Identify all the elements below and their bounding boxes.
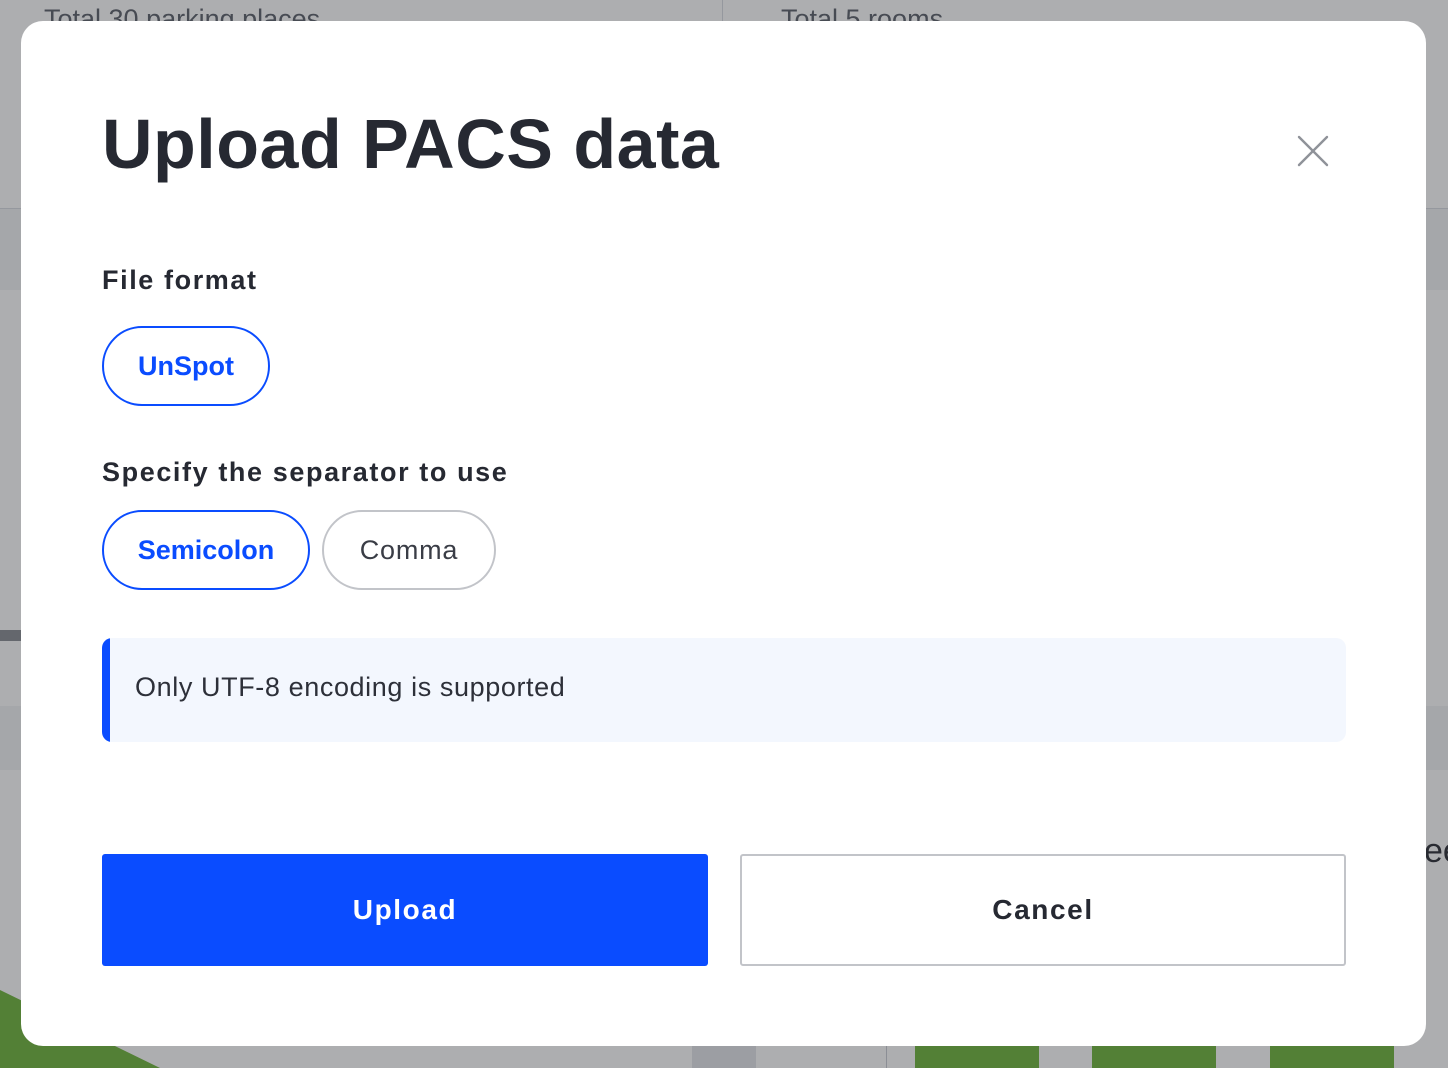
close-icon bbox=[1297, 135, 1329, 167]
separator-label: Specify the separator to use bbox=[102, 457, 509, 487]
close-button[interactable] bbox=[1291, 129, 1335, 173]
separator-option-semicolon[interactable]: Semicolon bbox=[102, 510, 310, 590]
file-format-label: File format bbox=[102, 265, 258, 295]
upload-pacs-dialog: Upload PACS data File format UnSpot Spec… bbox=[21, 21, 1426, 1046]
encoding-notice: Only UTF-8 encoding is supported bbox=[102, 638, 1346, 742]
cancel-button[interactable]: Cancel bbox=[740, 854, 1346, 966]
notice-text: Only UTF-8 encoding is supported bbox=[135, 672, 566, 702]
dialog-title: Upload PACS data bbox=[102, 105, 720, 183]
format-option-unspot[interactable]: UnSpot bbox=[102, 326, 270, 406]
notice-accent-bar bbox=[102, 638, 110, 742]
separator-option-comma[interactable]: Comma bbox=[322, 510, 496, 590]
upload-button[interactable]: Upload bbox=[102, 854, 708, 966]
